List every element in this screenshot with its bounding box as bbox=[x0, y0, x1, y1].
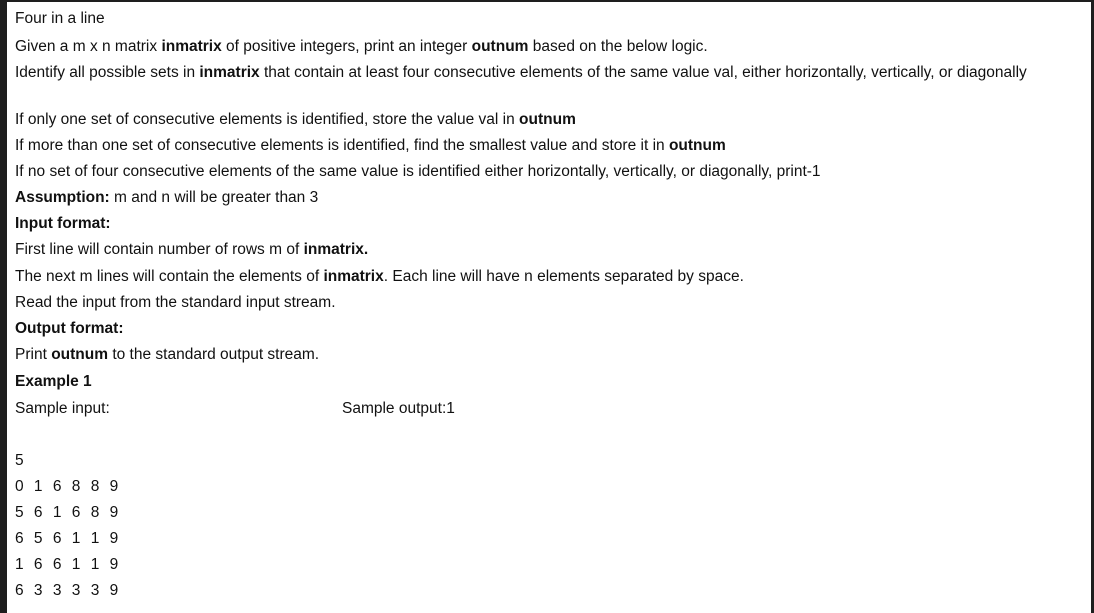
text-line: If more than one set of consecutive elem… bbox=[15, 135, 726, 156]
text-line: The next m lines will contain the elemen… bbox=[15, 266, 744, 287]
text-segment: First line will contain number of rows m… bbox=[15, 241, 304, 258]
bold-term: inmatrix bbox=[199, 64, 260, 81]
text-segment: The next m lines will contain the elemen… bbox=[15, 268, 324, 285]
bold-term: outnum bbox=[519, 111, 576, 128]
text-segment: that contain at least four consecutive e… bbox=[259, 64, 1027, 81]
sample-matrix-row: 6 5 6 1 1 9 bbox=[15, 530, 122, 547]
text-segment: If more than one set of consecutive elem… bbox=[15, 137, 669, 154]
sample-output-label: Sample output:1 bbox=[342, 400, 455, 417]
bold-term: Example 1 bbox=[15, 373, 92, 390]
text-segment: If only one set of consecutive elements … bbox=[15, 111, 520, 128]
text-line: Output format: bbox=[15, 318, 123, 339]
text-segment: Read the input from the standard input s… bbox=[15, 294, 336, 311]
bold-term: inmatrix bbox=[323, 268, 384, 285]
bold-term: outnum bbox=[668, 137, 726, 154]
bold-term: inmatrix. bbox=[303, 241, 369, 258]
text-line: Identify all possible sets in inmatrix t… bbox=[15, 62, 1055, 83]
text-segment: . Each line will have n elements separat… bbox=[383, 268, 744, 285]
text-segment: of positive integers, print an integer bbox=[221, 38, 472, 55]
text-segment: to the standard output stream. bbox=[108, 346, 320, 363]
bold-term: inmatrix bbox=[161, 38, 222, 55]
text-line: Four in a line bbox=[15, 8, 105, 29]
text-line: If only one set of consecutive elements … bbox=[15, 109, 576, 130]
bold-term: Output format: bbox=[15, 320, 124, 337]
text-segment: m and n will be greater than 3 bbox=[109, 189, 319, 206]
bold-term: Input format: bbox=[15, 215, 111, 232]
text-segment: Four in a line bbox=[15, 10, 105, 27]
bold-term: Assumption: bbox=[15, 189, 110, 206]
sample-matrix-row: 6 3 3 3 3 9 bbox=[15, 582, 122, 599]
text-line: Assumption: m and n will be greater than… bbox=[15, 187, 318, 208]
text-segment: Print bbox=[15, 346, 52, 363]
text-line: Read the input from the standard input s… bbox=[15, 292, 336, 313]
bold-term: outnum bbox=[471, 38, 529, 55]
text-line: Example 1 bbox=[15, 371, 92, 392]
text-line: Given a m x n matrix inmatrix of positiv… bbox=[15, 36, 708, 57]
text-segment: Given a m x n matrix bbox=[15, 38, 162, 55]
text-segment: Identify all possible sets in bbox=[15, 64, 200, 81]
sample-input-label: Sample input: bbox=[15, 400, 110, 417]
sample-matrix-row: 0 1 6 8 8 9 bbox=[15, 478, 122, 495]
bold-term: outnum bbox=[51, 346, 109, 363]
sample-matrix-row: 1 6 6 1 1 9 bbox=[15, 556, 122, 573]
text-line: First line will contain number of rows m… bbox=[15, 239, 368, 260]
text-line: If no set of four consecutive elements o… bbox=[15, 161, 821, 182]
sample-matrix-row: 5 6 1 6 8 9 bbox=[15, 504, 122, 521]
text-line: Input format: bbox=[15, 213, 111, 234]
text-line: Print outnum to the standard output stre… bbox=[15, 344, 319, 365]
sample-row-count: 5 bbox=[15, 452, 24, 469]
text-segment: based on the below logic. bbox=[528, 38, 708, 55]
text-segment: If no set of four consecutive elements o… bbox=[15, 163, 821, 180]
document-page: Four in a line Given a m x n matrix inmat… bbox=[7, 2, 1091, 613]
